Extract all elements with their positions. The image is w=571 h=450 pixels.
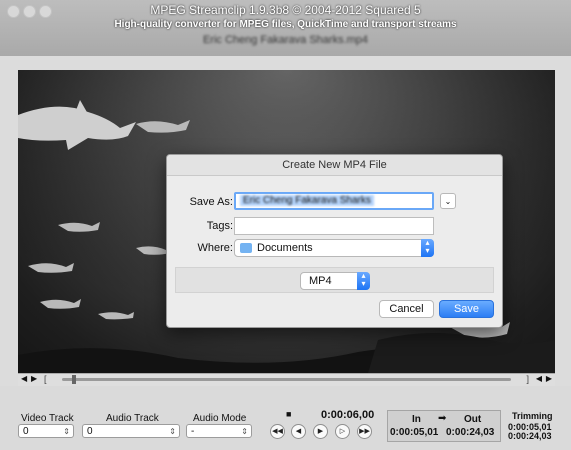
audio-mode-select[interactable]: - ⇕ [186,424,252,438]
save-as-label: Save As: [189,196,233,208]
play-selection-button[interactable]: ▷ [335,424,350,439]
rewind-button[interactable]: ◀◀ [270,424,285,439]
format-popup[interactable]: MP4 ▴ ▾ [300,272,370,290]
audio-track-label: Audio Track [106,413,159,424]
in-time: 0:00:05,01 [390,427,439,438]
scroll-forward-icon[interactable]: ▶ [546,374,552,383]
where-label: Where: [197,242,233,254]
tags-label: Tags: [206,220,233,232]
app-window: MPEG Streamclip 1.9.3b8 © 2004-2012 Squa… [0,0,571,450]
tags-field[interactable] [234,217,434,235]
video-track-value: 0 [23,426,29,437]
file-name: Eric Cheng Fakarava Sharks.mp4 [202,34,369,46]
video-track-select[interactable]: 0 ⇕ [18,424,74,438]
stepper-icon: ⇕ [63,427,70,436]
create-mp4-dialog: Create New MP4 File Save As: Eric Cheng … [166,154,503,328]
fast-forward-button[interactable]: ▶▶ [357,424,372,439]
stop-icon[interactable]: ■ [286,409,291,419]
format-value: MP4 [309,275,332,287]
audio-track-value: 0 [87,426,93,437]
scroll-back-icon[interactable]: ◀ [536,374,542,383]
step-back-icon[interactable]: ◀ [21,374,27,383]
step-forward-icon[interactable]: ▶ [31,374,37,383]
save-as-value: Eric Cheng Fakarava Sharks [240,195,374,206]
audio-track-select[interactable]: 0 ⇕ [82,424,180,438]
chevron-down-icon: ⌄ [444,197,452,206]
cancel-button[interactable]: Cancel [379,300,434,318]
stepper-icon: ▴ ▾ [421,239,434,257]
current-time: 0:00:06,00 [321,409,375,421]
play-button[interactable]: ▶ [313,424,328,439]
timeline-track[interactable] [62,378,511,381]
dialog-title: Create New MP4 File [167,155,502,176]
playhead-handle[interactable] [72,375,76,384]
in-out-panel: In ➡ Out 0:00:05,01 0:00:24,03 [387,410,501,442]
out-label: Out [464,414,482,425]
stepper-icon: ⇕ [241,427,248,436]
video-track-label: Video Track [21,413,74,424]
stepper-icon: ▴ ▾ [357,272,370,290]
step-back-button[interactable]: ◀ [291,424,306,439]
stepper-icon: ⇕ [169,427,176,436]
audio-mode-label: Audio Mode [193,413,247,424]
arrow-right-icon: ➡ [438,413,447,424]
trimming-label: Trimming [512,411,553,421]
out-time: 0:00:24,03 [446,427,495,438]
window-title: MPEG Streamclip 1.9.3b8 © 2004-2012 Squa… [150,3,421,17]
trim-end-time: 0:00:24,03 [508,431,552,441]
audio-mode-value: - [191,426,195,437]
expand-dialog-button[interactable]: ⌄ [440,193,456,209]
title-bar: MPEG Streamclip 1.9.3b8 © 2004-2012 Squa… [0,0,571,56]
timeline-scrubber[interactable]: ◀ ▶ [ ] ◀ ▶ [18,373,555,386]
out-marker-icon[interactable]: ] [526,374,529,384]
save-as-field[interactable]: Eric Cheng Fakarava Sharks [234,192,434,210]
where-popup[interactable]: Documents ▴ ▾ [234,239,434,257]
save-button[interactable]: Save [439,300,494,318]
where-value: Documents [257,242,313,254]
folder-icon [240,243,252,253]
window-subtitle: High-quality converter for MPEG files, Q… [114,19,457,30]
in-marker-icon[interactable]: [ [44,374,47,384]
in-label: In [412,414,421,425]
